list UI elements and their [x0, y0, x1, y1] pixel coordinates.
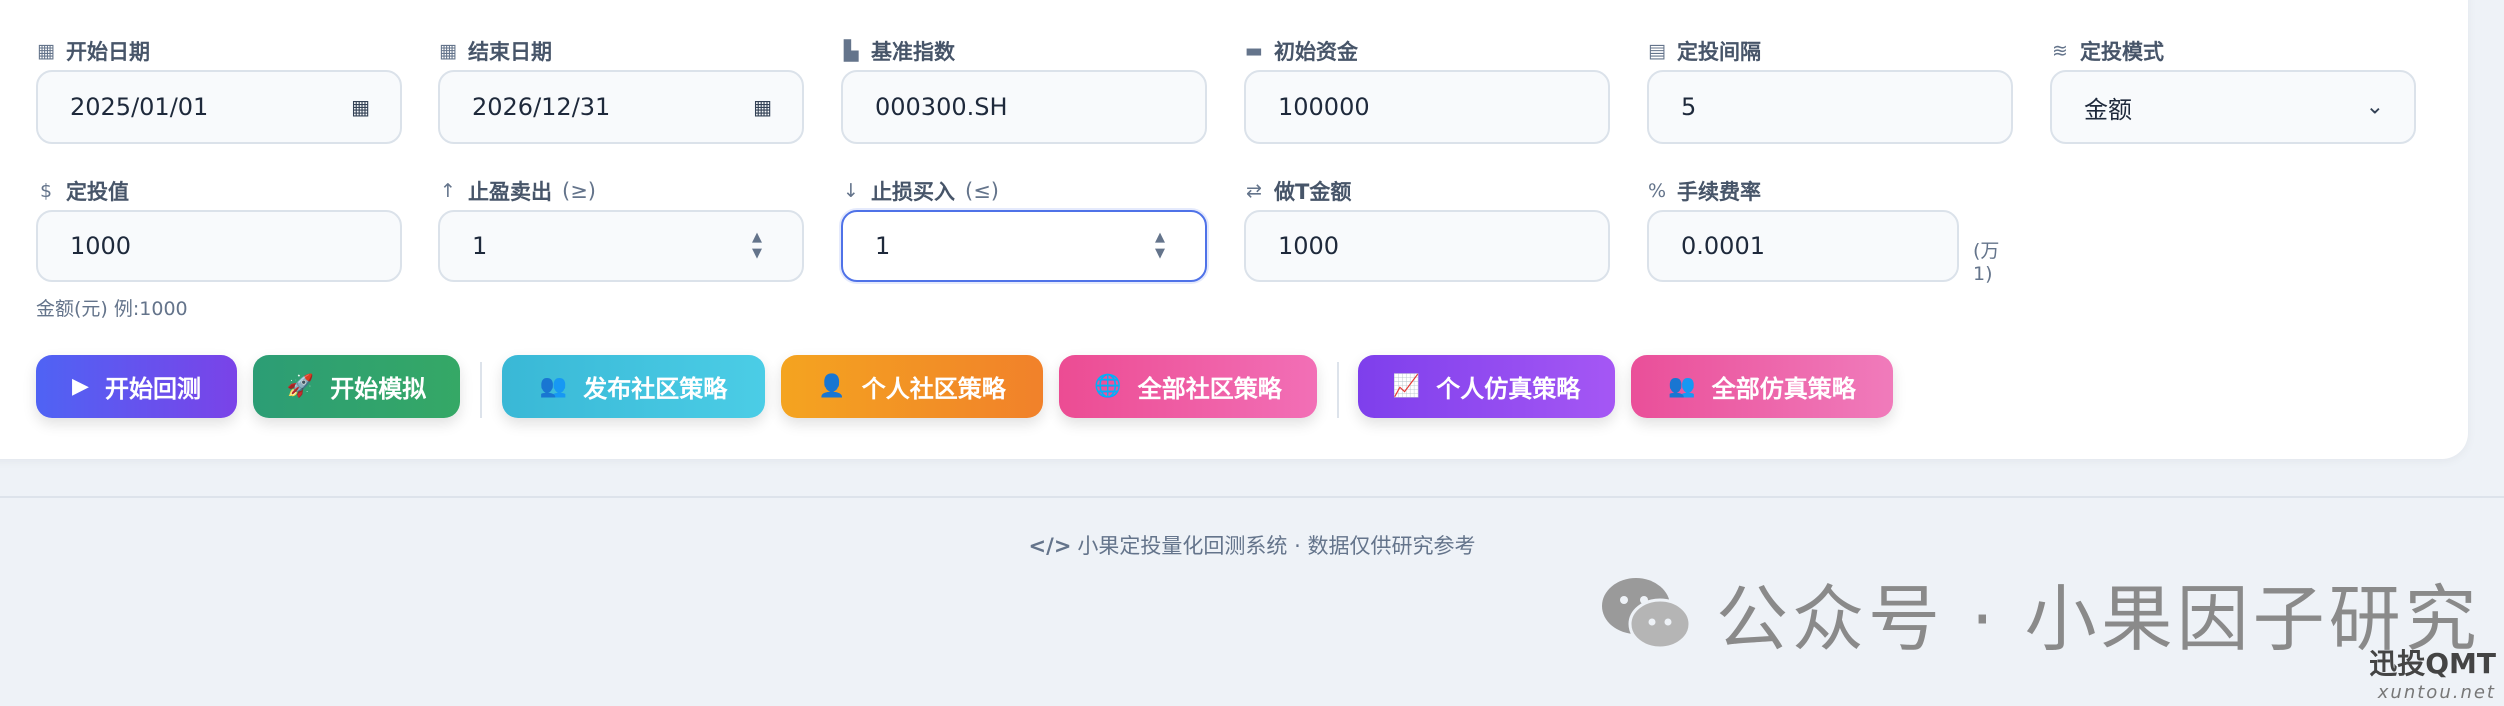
fee-rate-input[interactable]: 0.0001	[1647, 210, 1959, 282]
benchmark-label: 基准指数	[871, 40, 955, 64]
invest-value-label: 定投值	[66, 180, 129, 204]
line-chart-icon: 📈	[1392, 374, 1421, 399]
stop-loss-input[interactable]: 1 ▲ ▼	[841, 210, 1207, 282]
end-date-label: 结束日期	[468, 40, 552, 64]
users-icon: 👥	[1668, 374, 1696, 399]
start-date-label: 开始日期	[66, 40, 150, 64]
benchmark-value: 000300.SH	[875, 93, 1008, 121]
start-backtest-label: 开始回测	[104, 375, 201, 403]
calendar-icon: ▤	[1648, 40, 1666, 62]
chevron-down-icon: ⌄	[2365, 94, 2384, 120]
exchange-icon: ⇄	[1246, 180, 1262, 202]
coins-icon: ≋	[2052, 40, 2068, 62]
calendar-icon: ▦	[439, 40, 457, 62]
rocket-icon: 🚀	[286, 374, 315, 399]
interval-label: 定投间隔	[1677, 40, 1761, 64]
fee-rate-unit: (万1)	[1973, 240, 2000, 285]
percent-icon: %	[1647, 180, 1667, 202]
personal-community-button[interactable]: 👤 个人社区策略	[781, 355, 1043, 418]
watermark-title: 公众号 · 小果因子研究	[1716, 577, 2481, 661]
interval-value: 5	[1681, 93, 1697, 121]
take-profit-input[interactable]: 1 ▲ ▼	[438, 210, 804, 282]
all-community-label: 全部社区策略	[1137, 375, 1282, 403]
users-icon: 👥	[539, 374, 568, 399]
start-backtest-button[interactable]: ▶ 开始回测	[36, 355, 237, 418]
fee-rate-value: 0.0001	[1681, 232, 1765, 260]
personal-sim-button[interactable]: 📈 个人仿真策略	[1358, 355, 1615, 418]
take-profit-label: 止盈卖出	[468, 180, 552, 204]
mode-label: 定投模式	[2080, 40, 2164, 64]
spin-down-icon[interactable]: ▼	[1155, 247, 1165, 260]
number-spinner[interactable]: ▲ ▼	[1155, 231, 1165, 260]
brand-url: xuntou.net	[2377, 682, 2496, 703]
initial-capital-value: 100000	[1278, 93, 1370, 121]
all-sim-button[interactable]: 👥 全部仿真策略	[1631, 355, 1893, 418]
initial-capital-label: 初始资金	[1274, 40, 1358, 64]
start-date-input[interactable]: 2025/01/01 ▦	[36, 70, 402, 144]
dollar-icon: $	[39, 180, 53, 202]
publish-community-label: 发布社区策略	[583, 375, 728, 403]
start-date-value: 2025/01/01	[70, 93, 209, 121]
footer: </> 小果定投量化回测系统 · 数据仅供研究参考	[0, 530, 2504, 560]
wechat-icon	[1602, 577, 1692, 649]
calendar-picker-icon[interactable]: ▦	[351, 95, 370, 119]
take-profit-suffix: (≥)	[562, 179, 596, 203]
stop-loss-suffix: (≤)	[965, 179, 999, 203]
wallet-icon: ▬	[1245, 40, 1263, 62]
user-plus-icon: 👤	[818, 374, 846, 399]
personal-sim-label: 个人仿真策略	[1436, 375, 1581, 403]
fee-rate-label: 手续费率	[1677, 180, 1761, 204]
end-date-input[interactable]: 2026/12/31 ▦	[438, 70, 804, 144]
spin-up-icon[interactable]: ▲	[752, 231, 762, 244]
number-spinner[interactable]: ▲ ▼	[752, 231, 762, 260]
calendar-picker-icon[interactable]: ▦	[753, 95, 772, 119]
footer-divider	[0, 496, 2504, 498]
stop-loss-value: 1	[875, 232, 891, 260]
invest-value-input[interactable]: 1000	[36, 210, 402, 282]
end-date-value: 2026/12/31	[472, 93, 611, 121]
invest-value-hint: 金额(元) 例:1000	[36, 298, 188, 320]
spin-up-icon[interactable]: ▲	[1155, 231, 1165, 244]
t-amount-input[interactable]: 1000	[1244, 210, 1610, 282]
personal-community-label: 个人社区策略	[861, 375, 1006, 403]
globe-icon: 🌐	[1094, 374, 1122, 399]
benchmark-input[interactable]: 000300.SH	[841, 70, 1207, 144]
start-simulation-label: 开始模拟	[330, 375, 427, 403]
button-divider	[1337, 362, 1339, 418]
publish-community-button[interactable]: 👥 发布社区策略	[502, 355, 765, 418]
button-divider	[480, 362, 482, 418]
calendar-icon: ▦	[37, 40, 55, 62]
interval-input[interactable]: 5	[1647, 70, 2013, 144]
initial-capital-input[interactable]: 100000	[1244, 70, 1610, 144]
all-community-button[interactable]: 🌐 全部社区策略	[1059, 355, 1317, 418]
all-sim-label: 全部仿真策略	[1711, 375, 1856, 403]
code-icon: </>	[1028, 534, 1072, 558]
arrow-down-icon: ↓	[843, 180, 859, 202]
wechat-watermark: 公众号 · 小果因子研究	[1598, 560, 2481, 665]
mode-select[interactable]: 金额 ⌄	[2050, 70, 2416, 144]
brand-watermark: 迅投QMT xuntou.net	[2369, 642, 2496, 703]
footer-text: 小果定投量化回测系统 · 数据仅供研究参考	[1077, 534, 1476, 558]
spin-down-icon[interactable]: ▼	[752, 247, 762, 260]
arrow-up-icon: ↑	[440, 180, 456, 202]
t-amount-label: 做T金额	[1274, 180, 1352, 204]
take-profit-value: 1	[472, 232, 488, 260]
start-simulation-button[interactable]: 🚀 开始模拟	[253, 355, 460, 418]
play-icon: ▶	[72, 374, 89, 399]
bar-chart-icon: ▙	[843, 40, 859, 62]
stop-loss-label: 止损买入	[871, 180, 955, 204]
mode-value: 金额	[2084, 95, 2132, 124]
t-amount-value: 1000	[1278, 232, 1340, 260]
brand-name: 迅投QMT	[2369, 647, 2496, 680]
invest-value-value: 1000	[70, 232, 132, 260]
